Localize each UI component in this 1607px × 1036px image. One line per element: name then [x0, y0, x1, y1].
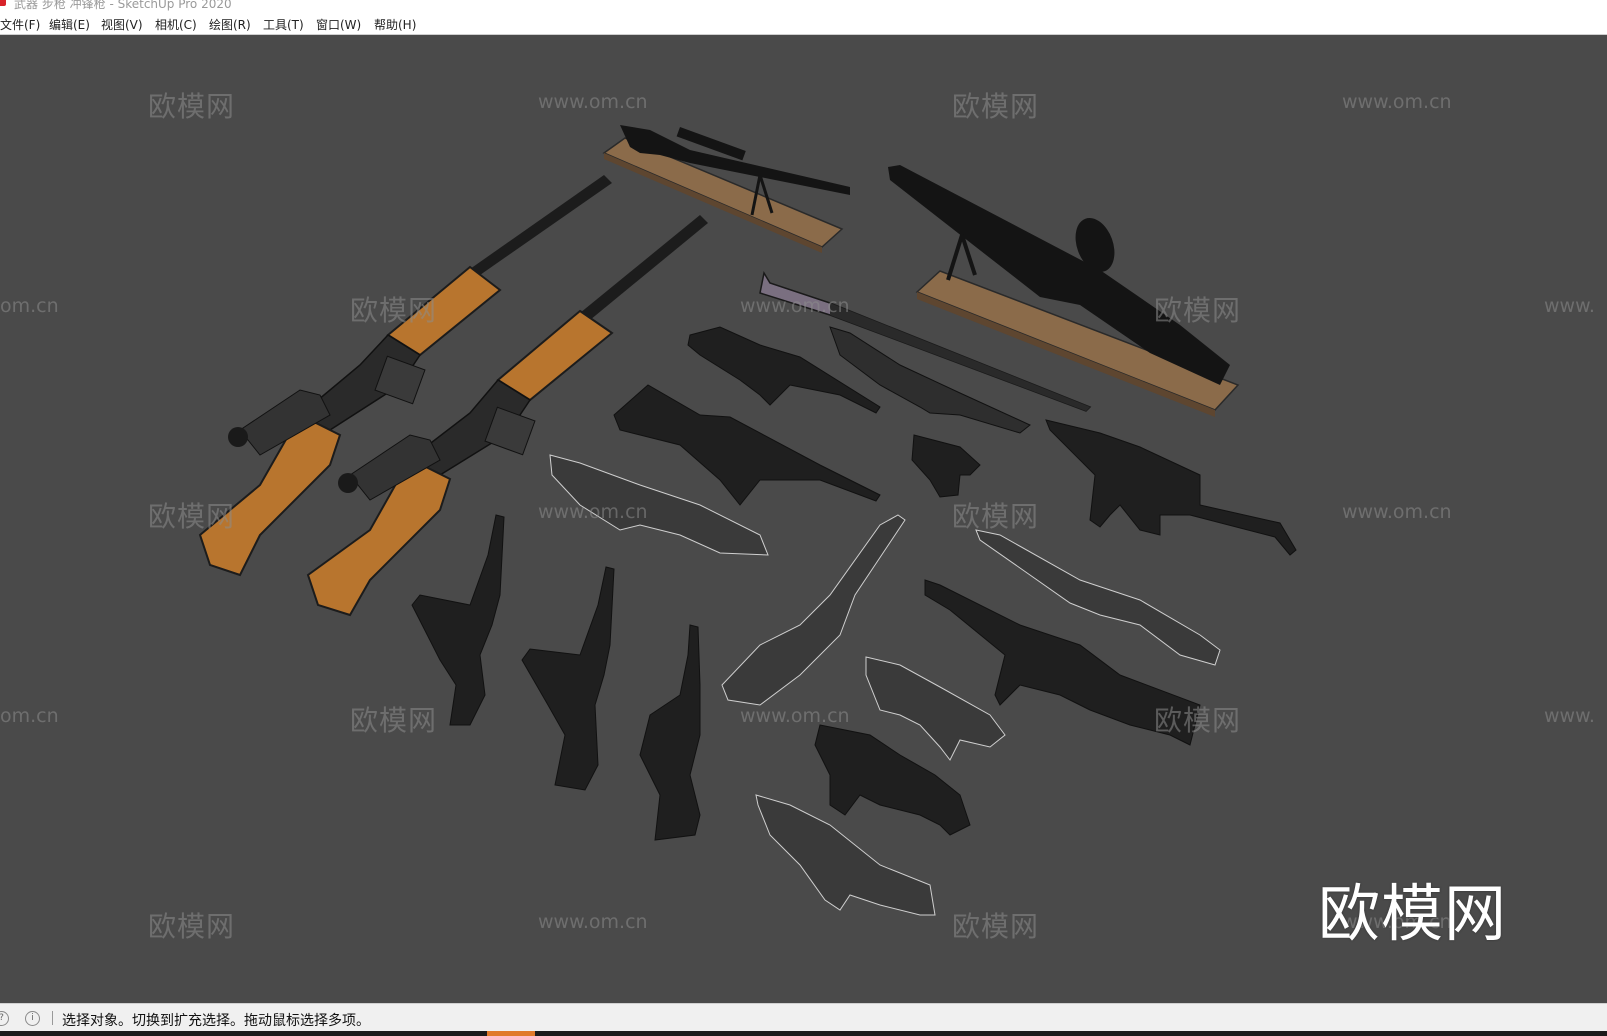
menu-view[interactable]: 视图(V)	[101, 16, 143, 33]
model-viewport[interactable]: 欧模网 www.om.cn 欧模网 www.om.cn om.cn 欧模网 ww…	[0, 35, 1607, 1003]
menu-window[interactable]: 窗口(W)	[316, 16, 361, 33]
status-bar: ? i 选择对象。切换到扩充选择。拖动鼠标选择多项。	[0, 1003, 1607, 1032]
menu-draw[interactable]: 绘图(R)	[209, 16, 251, 33]
menu-file[interactable]: 文件(F)	[0, 16, 40, 33]
rifle-silhouette-vertical-2	[521, 566, 615, 791]
taskbar-strip	[0, 1031, 1607, 1036]
plank-top	[602, 137, 844, 253]
geo-location-icon[interactable]: ?	[0, 1011, 9, 1026]
window-title: 武器 步枪 冲锋枪 - SketchUp Pro 2020	[14, 0, 232, 11]
rifle-silhouette-vertical-3	[639, 624, 701, 841]
rifle-silhouette-vertical-1	[411, 514, 505, 726]
menu-edit[interactable]: 编辑(E)	[49, 16, 90, 33]
status-message: 选择对象。切换到扩充选择。拖动鼠标选择多项。	[62, 1013, 370, 1029]
weapons-model-scene	[198, 125, 1297, 916]
info-icon[interactable]: i	[25, 1011, 40, 1026]
sketchup-app-icon[interactable]	[0, 0, 6, 6]
menu-tools[interactable]: 工具(T)	[263, 16, 304, 33]
menu-help[interactable]: 帮助(H)	[374, 16, 416, 33]
wireframe-mp5-model	[865, 656, 1006, 761]
menu-camera[interactable]: 相机(C)	[155, 16, 197, 33]
site-logo-watermark: 欧模网	[1318, 877, 1508, 950]
pistol-model	[911, 434, 981, 498]
title-bar: 武器 步枪 冲锋枪 - SketchUp Pro 2020	[0, 0, 1607, 12]
scar-rifle-silhouette-2	[613, 384, 881, 506]
taskbar-active-indicator	[487, 1031, 535, 1036]
menu-bar: 文件(F) 编辑(E) 视图(V) 相机(C) 绘图(R) 工具(T) 窗口(W…	[0, 12, 1607, 35]
submachine-gun-m3-model	[1045, 419, 1297, 556]
status-separator	[52, 1011, 53, 1025]
